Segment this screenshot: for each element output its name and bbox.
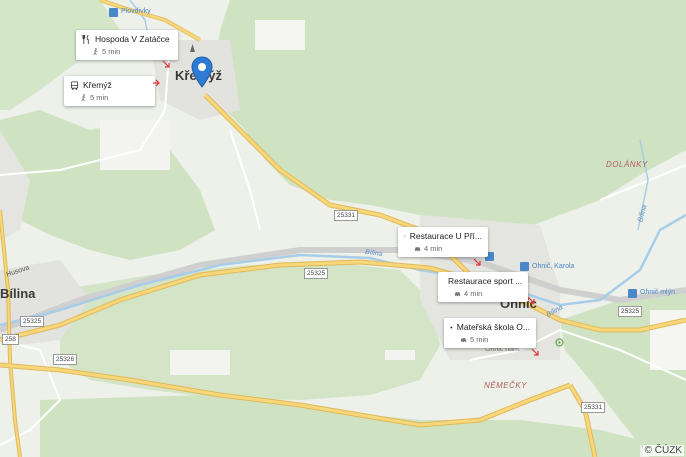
- road-shield: 258: [2, 334, 19, 345]
- road-shield: 25325: [20, 316, 45, 327]
- field-area: [170, 350, 230, 375]
- locality-label-nemecky: NĚMEČKY: [484, 381, 528, 390]
- card-time: 5 min: [90, 93, 109, 102]
- poi-card-restaurace-sport[interactable]: Restaurace sport ... 4 min: [438, 272, 528, 302]
- walk-icon: [93, 48, 98, 55]
- fork-knife-icon: [404, 235, 406, 237]
- car-icon: [454, 292, 461, 297]
- card-title: Hospoda V Zatáčce: [95, 34, 170, 44]
- direction-arrow-icon: [527, 296, 535, 304]
- stop-label-ohnic-mlyn: Ohnič mlýn: [640, 289, 676, 296]
- location-pin-icon[interactable]: [190, 56, 214, 88]
- town-label-bilina: Bílina: [0, 286, 36, 301]
- bus-stop-icon[interactable]: [109, 8, 118, 17]
- card-title: Křemýž: [83, 80, 112, 90]
- direction-arrow-icon: [153, 79, 160, 87]
- map-canvas[interactable]: Křemýž Ohnic Bílina Ohnic nám. DOLÁNKY N…: [0, 0, 686, 457]
- card-title: Mateřská škola O...: [456, 322, 530, 332]
- car-icon: [414, 247, 421, 252]
- field-area: [100, 120, 170, 170]
- road-shield: 25331: [581, 402, 606, 413]
- poi-card-materska-skola[interactable]: Mateřská škola O... 5 min: [444, 318, 536, 348]
- card-title: Restaurace sport ...: [448, 276, 523, 286]
- direction-arrow-icon: [531, 348, 539, 356]
- stop-label-plovdivky: Plovdivky: [121, 8, 151, 15]
- card-time: 5 min: [470, 335, 489, 344]
- map-base-layer: [0, 0, 686, 457]
- poi-card-bus-stop[interactable]: Křemýž 5 min: [64, 76, 155, 106]
- bus-stop-icon[interactable]: [520, 262, 529, 271]
- poi-card-hospoda[interactable]: Hospoda V Zatáčce 5 min: [76, 30, 178, 60]
- field-area: [255, 20, 305, 50]
- school-icon: [450, 326, 453, 328]
- car-icon: [460, 338, 467, 343]
- direction-arrow-icon: [162, 60, 170, 68]
- stop-label-ohnic-karola: Ohnič, Karola: [532, 263, 575, 270]
- fork-knife-icon: [82, 34, 89, 44]
- bus-icon: [70, 80, 79, 90]
- road-shield: 25326: [53, 354, 78, 365]
- walk-icon: [81, 94, 86, 101]
- poi-card-restaurace-u-pri[interactable]: Restaurace U Pří... 4 min: [398, 227, 488, 257]
- card-time: 4 min: [424, 244, 443, 253]
- card-time: 4 min: [464, 289, 483, 298]
- monument-icon[interactable]: [189, 44, 196, 52]
- direction-arrow-icon: [473, 258, 481, 266]
- locality-label-dolanky: DOLÁNKY: [606, 160, 648, 169]
- field-area: [385, 350, 415, 360]
- card-title: Restaurace U Pří...: [409, 231, 482, 241]
- road-shield: 25325: [618, 306, 643, 317]
- card-time: 5 min: [102, 47, 121, 56]
- bus-stop-icon[interactable]: [628, 289, 637, 298]
- forest-area: [40, 395, 640, 457]
- copyright-attribution[interactable]: © ČÚZK: [642, 445, 684, 456]
- road-shield: 25325: [304, 268, 329, 279]
- road-shield: 25331: [334, 210, 359, 221]
- viewpoint-icon[interactable]: [555, 338, 564, 347]
